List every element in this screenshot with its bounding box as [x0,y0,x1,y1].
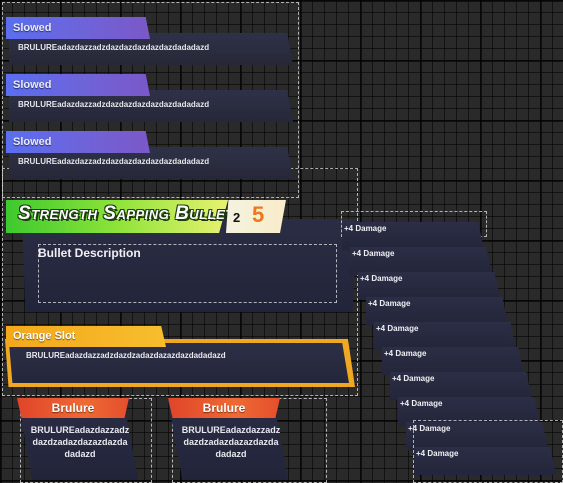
brulure-label: Brulure [202,401,246,415]
damage-entry-text: +4 Damage [344,224,387,233]
brulure-text: BRULUREadazdazzadzdazdzadazdazazdazdadad… [181,425,281,459]
description-title: Bullet Description [38,246,141,260]
status-effect-label: Slowed [6,74,150,96]
brulure-label: Brulure [51,401,95,415]
damage-entry-text: +4 Damage [368,299,411,308]
status-effect-label: Slowed [6,131,150,153]
cost-small: 2 [233,210,241,225]
damage-entry[interactable]: +4 Damage [390,372,532,400]
damage-entry[interactable]: +4 Damage [358,272,500,300]
status-effect-label: Slowed [6,17,150,39]
status-effect-card[interactable]: BRULUREadazdazzadzdazdazdazdazdazdadadaz… [6,131,298,185]
damage-list-container [413,420,563,483]
damage-entry-text: +4 Damage [400,399,443,408]
damage-entry[interactable]: +4 Damage [366,297,508,325]
orange-slot-body [9,343,349,383]
damage-entry-text: +4 Damage [352,249,395,258]
status-effect-card[interactable]: BRULUREadazdazzadzdazdazdazdazdazdadadaz… [6,74,298,128]
damage-entry-text: +4 Damage [384,349,427,358]
brulure-text: BRULUREadazdazzadzdazdzadazdazazdazdadad… [30,425,130,459]
damage-entry-text: +4 Damage [376,324,419,333]
damage-entry-text: +4 Damage [360,274,403,283]
status-effect-card[interactable]: BRULUREadazdazzadzdazdazdazdazdazdadadaz… [6,17,298,71]
orange-slot-label: Orange Slot [13,330,76,342]
damage-entry-text: +4 Damage [392,374,435,383]
damage-entry[interactable]: +4 Damage [350,247,492,275]
cost-big: 5 [252,202,265,227]
damage-entry[interactable]: +4 Damage [342,222,484,250]
damage-entry[interactable]: +4 Damage [382,347,524,375]
orange-slot-text: BRULUREadazdazzadzdazdzadazdazazdazdadad… [26,351,226,360]
damage-entry[interactable]: +4 Damage [374,322,516,350]
item-title: Strength Sapping Bullet [18,203,234,224]
